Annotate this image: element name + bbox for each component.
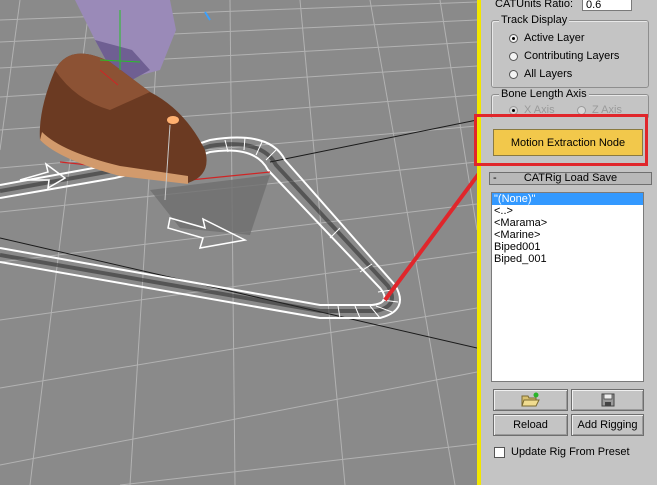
radio-label: X Axis bbox=[524, 104, 555, 116]
folder-open-icon bbox=[520, 392, 540, 407]
bone-length-axis-title: Bone Length Axis bbox=[499, 88, 589, 100]
shoe-highlight bbox=[167, 116, 179, 124]
radio-label: Z Axis bbox=[592, 104, 622, 116]
track-display-title: Track Display bbox=[499, 14, 570, 26]
radio-label: All Layers bbox=[524, 68, 573, 80]
save-disk-icon bbox=[601, 393, 614, 407]
list-item[interactable]: <Marama> bbox=[492, 217, 643, 229]
motion-extraction-node-button[interactable]: Motion Extraction Node bbox=[493, 129, 643, 156]
radio-button-icon bbox=[509, 33, 518, 43]
list-item[interactable]: Biped_001 bbox=[492, 253, 643, 265]
list-item[interactable]: Biped001 bbox=[492, 241, 643, 253]
list-item[interactable]: "(None)" bbox=[492, 193, 643, 205]
open-preset-button[interactable] bbox=[493, 389, 568, 411]
list-item[interactable]: <Marine> bbox=[492, 229, 643, 241]
viewport-scene bbox=[0, 0, 477, 485]
catrig-load-save-rollout-header[interactable]: - CATRig Load Save bbox=[489, 172, 652, 185]
cat-units-ratio-input[interactable]: 0.6 bbox=[582, 0, 632, 11]
command-panel: CATUnits Ratio: 0.6 Track Display Active… bbox=[481, 0, 657, 485]
radio-label: Active Layer bbox=[524, 32, 585, 44]
radio-active-layer[interactable]: Active Layer bbox=[509, 31, 585, 45]
callout-line bbox=[383, 172, 477, 302]
reload-button[interactable]: Reload bbox=[493, 414, 568, 436]
gizmo-axis-z bbox=[204, 11, 211, 21]
update-rig-from-preset-checkbox-row[interactable]: Update Rig From Preset bbox=[494, 446, 630, 458]
radio-button-icon bbox=[577, 105, 586, 115]
radio-button-icon bbox=[509, 51, 518, 61]
save-preset-button[interactable] bbox=[571, 389, 644, 411]
add-rigging-button[interactable]: Add Rigging bbox=[571, 414, 644, 436]
radio-z-axis[interactable]: Z Axis bbox=[577, 103, 622, 117]
update-rig-checkbox-label: Update Rig From Preset bbox=[511, 446, 630, 458]
update-rig-checkbox[interactable] bbox=[494, 446, 505, 458]
3d-viewport[interactable] bbox=[0, 0, 477, 485]
radio-contributing-layers[interactable]: Contributing Layers bbox=[509, 49, 619, 63]
radio-button-icon bbox=[509, 105, 518, 115]
axis-line bbox=[0, 237, 477, 349]
radio-all-layers[interactable]: All Layers bbox=[509, 67, 572, 81]
radio-label: Contributing Layers bbox=[524, 50, 620, 62]
radio-button-icon bbox=[509, 69, 518, 79]
rig-preset-list[interactable]: "(None)" <..> <Marama> <Marine> Biped001… bbox=[491, 192, 644, 382]
radio-x-axis[interactable]: X Axis bbox=[509, 103, 555, 117]
cat-units-ratio-label: CATUnits Ratio: bbox=[495, 0, 574, 10]
rollout-title: CATRig Load Save bbox=[523, 172, 618, 184]
list-item[interactable]: <..> bbox=[492, 205, 643, 217]
